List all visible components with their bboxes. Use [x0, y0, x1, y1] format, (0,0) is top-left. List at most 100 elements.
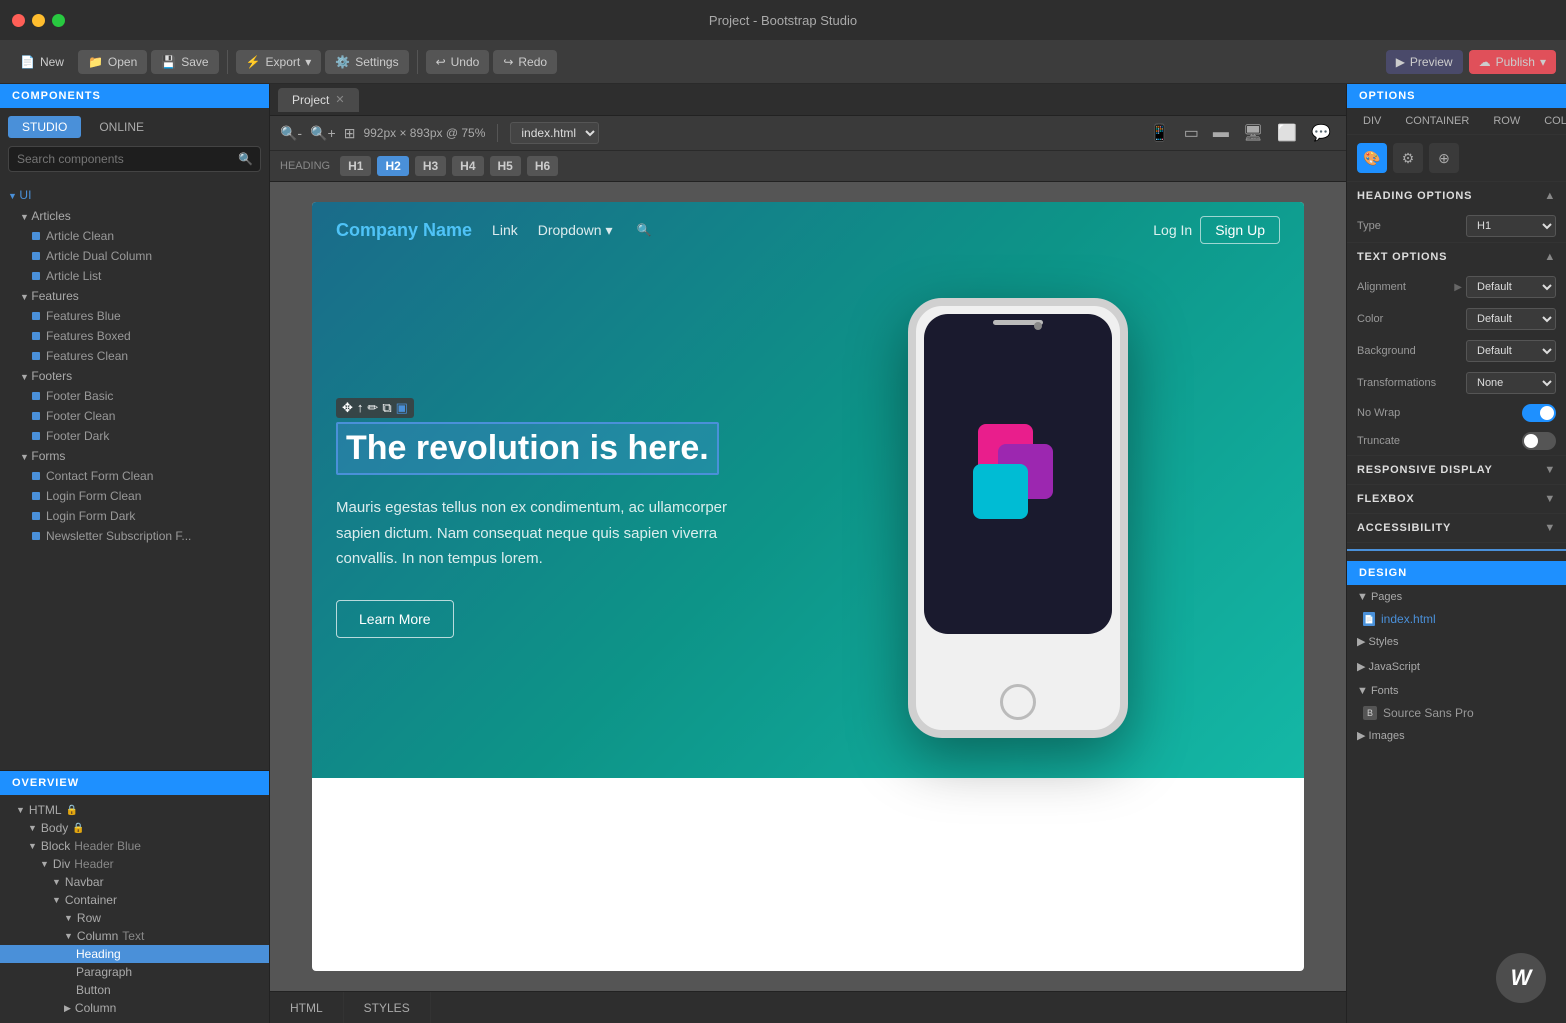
tree-section-ui[interactable]: UI: [0, 184, 269, 206]
tree-group-header-forms[interactable]: Forms: [12, 446, 269, 466]
nav-link[interactable]: Link: [492, 222, 518, 238]
rs-tab-container[interactable]: CONTAINER: [1395, 112, 1479, 130]
bottom-tab-html[interactable]: HTML: [270, 992, 344, 1023]
edit-icon[interactable]: ✏: [367, 400, 378, 416]
overview-item-column-text[interactable]: Column Text: [0, 927, 269, 945]
up-icon[interactable]: ↑: [357, 400, 364, 416]
save-button[interactable]: 💾 Save: [151, 50, 218, 74]
tab-close-icon[interactable]: ✕: [335, 93, 344, 106]
bottom-tab-styles[interactable]: STYLES: [344, 992, 431, 1023]
accessibility-header[interactable]: ACCESSIBILITY ▼: [1347, 514, 1566, 542]
tree-group-header-articles[interactable]: Articles: [12, 206, 269, 226]
flexbox-header[interactable]: FLEXBOX ▼: [1347, 485, 1566, 513]
nav-dropdown[interactable]: Dropdown ▾: [538, 222, 613, 239]
overview-item-navbar[interactable]: Navbar: [0, 873, 269, 891]
color-select[interactable]: Default: [1466, 308, 1556, 330]
settings-icon-button[interactable]: ⚙: [1393, 143, 1423, 173]
overview-item-div[interactable]: Div Header: [0, 855, 269, 873]
tablet-landscape-button[interactable]: ▬: [1208, 121, 1234, 145]
truncate-toggle[interactable]: [1522, 432, 1556, 450]
nowrap-toggle[interactable]: [1522, 404, 1556, 422]
heading-type-select[interactable]: H1 H2 H3 H4 H5 H6: [1466, 215, 1556, 237]
alignment-select[interactable]: Default Left Center Right: [1466, 276, 1556, 298]
export-button[interactable]: ⚡ Export ▾: [236, 50, 322, 74]
copy-icon[interactable]: ⧉: [382, 400, 391, 416]
design-font-item[interactable]: B Source Sans Pro: [1347, 703, 1566, 723]
transformations-select[interactable]: None: [1466, 372, 1556, 394]
nav-search-icon[interactable]: 🔍: [636, 223, 651, 237]
list-item[interactable]: Footer Basic: [12, 386, 269, 406]
overview-item-container[interactable]: Container: [0, 891, 269, 909]
overview-item-body[interactable]: Body 🔒: [0, 819, 269, 837]
styles-section-header[interactable]: ▶ Styles: [1347, 629, 1566, 654]
page-paragraph[interactable]: Mauris egestas tellus non ex condimentum…: [336, 495, 756, 572]
palette-button[interactable]: 🎨: [1357, 143, 1387, 173]
h5-button[interactable]: H5: [490, 156, 521, 176]
zoom-out-button[interactable]: 🔍-: [280, 125, 302, 142]
settings-button[interactable]: ⚙️ Settings: [325, 50, 408, 74]
list-item[interactable]: Login Form Clean: [12, 486, 269, 506]
search-input[interactable]: [8, 146, 261, 172]
heading-options-header[interactable]: HEADING OPTIONS ▲: [1347, 182, 1566, 210]
list-item[interactable]: Features Clean: [12, 346, 269, 366]
list-item[interactable]: Features Boxed: [12, 326, 269, 346]
page-heading[interactable]: The revolution is here.: [346, 428, 709, 469]
fonts-section-header[interactable]: ▼ Fonts: [1347, 679, 1566, 703]
zoom-in-button[interactable]: 🔍+: [310, 125, 336, 142]
javascript-section-header[interactable]: ▶ JavaScript: [1347, 654, 1566, 679]
h6-button[interactable]: H6: [527, 156, 558, 176]
tab-online[interactable]: ONLINE: [85, 116, 158, 138]
list-item[interactable]: Login Form Dark: [12, 506, 269, 526]
overview-item-column[interactable]: Column: [0, 999, 269, 1017]
h3-button[interactable]: H3: [415, 156, 446, 176]
text-options-header[interactable]: TEXT OPTIONS ▲: [1347, 243, 1566, 271]
background-select[interactable]: Default: [1466, 340, 1556, 362]
overview-item-button[interactable]: Button: [0, 981, 269, 999]
tab-project[interactable]: Project ✕: [278, 88, 359, 112]
rs-tab-column[interactable]: COLUMN: [1534, 112, 1566, 130]
list-item[interactable]: Newsletter Subscription F...: [12, 526, 269, 546]
filename-select[interactable]: index.html: [510, 122, 599, 144]
list-item[interactable]: Article Dual Column: [12, 246, 269, 266]
design-page-item[interactable]: 📄 index.html: [1347, 609, 1566, 629]
publish-button[interactable]: ☁ Publish ▾: [1469, 50, 1556, 74]
learn-more-button[interactable]: Learn More: [336, 600, 454, 638]
images-section-header[interactable]: ▶ Images: [1347, 723, 1566, 748]
minimize-button[interactable]: [32, 14, 45, 27]
tree-group-header-footers[interactable]: Footers: [12, 366, 269, 386]
h2-button[interactable]: H2: [377, 156, 408, 176]
overview-item-row[interactable]: Row: [0, 909, 269, 927]
responsive-display-header[interactable]: RESPONSIVE DISPLAY ▼: [1347, 456, 1566, 484]
overview-item-html[interactable]: HTML 🔒: [0, 801, 269, 819]
close-button[interactable]: [12, 14, 25, 27]
nav-login-button[interactable]: Log In: [1153, 222, 1192, 238]
open-button[interactable]: 📁 Open: [78, 50, 147, 74]
nav-signup-button[interactable]: Sign Up: [1200, 216, 1280, 244]
list-item[interactable]: Features Blue: [12, 306, 269, 326]
list-item[interactable]: Article Clean: [12, 226, 269, 246]
h4-button[interactable]: H4: [452, 156, 483, 176]
list-item[interactable]: Footer Dark: [12, 426, 269, 446]
new-button[interactable]: 📄 New: [10, 50, 74, 74]
overview-item-paragraph[interactable]: Paragraph: [0, 963, 269, 981]
plus-circle-button[interactable]: ⊕: [1429, 143, 1459, 173]
nav-brand[interactable]: Company Name: [336, 220, 472, 241]
rs-tab-div[interactable]: DIV: [1353, 112, 1391, 130]
mobile-portrait-button[interactable]: 📱: [1145, 121, 1175, 145]
undo-button[interactable]: ↩ Undo: [426, 50, 490, 74]
h1-button[interactable]: H1: [340, 156, 371, 176]
desktop-button[interactable]: 🖥: [1238, 121, 1268, 145]
overview-item-block[interactable]: Block Header Blue: [0, 837, 269, 855]
comment-button[interactable]: 💬: [1306, 121, 1336, 145]
tab-studio[interactable]: STUDIO: [8, 116, 81, 138]
tree-group-header-features[interactable]: Features: [12, 286, 269, 306]
tablet-portrait-button[interactable]: ▭: [1179, 121, 1204, 145]
list-item[interactable]: Contact Form Clean: [12, 466, 269, 486]
grid-button[interactable]: ⊞: [344, 125, 356, 142]
redo-button[interactable]: ↪ Redo: [493, 50, 557, 74]
move-icon[interactable]: ✥: [342, 400, 353, 416]
widescreen-button[interactable]: ⬜: [1272, 121, 1302, 145]
list-item[interactable]: Article List: [12, 266, 269, 286]
pages-section-header[interactable]: ▼ Pages: [1347, 585, 1566, 609]
overview-item-heading[interactable]: Heading: [0, 945, 269, 963]
